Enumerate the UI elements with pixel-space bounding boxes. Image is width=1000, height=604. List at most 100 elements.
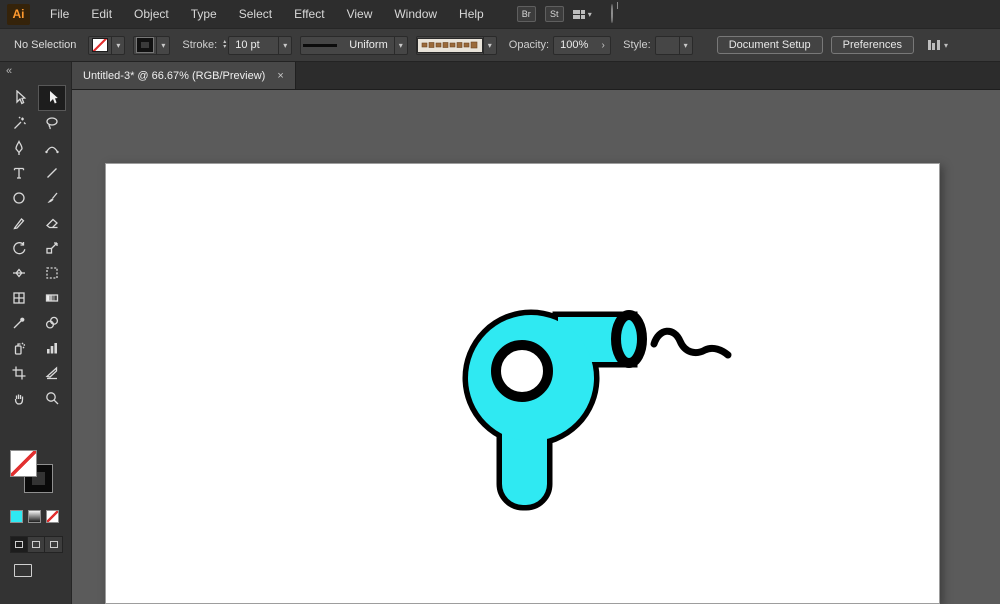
control-bar: No Selection ▾ ▾ Stroke: ▴ ▾ 10 pt ▾ Uni…	[0, 28, 1000, 62]
close-tab-icon[interactable]: ×	[277, 70, 283, 82]
draw-behind-button[interactable]	[28, 537, 45, 552]
pen-icon	[11, 140, 27, 156]
bridge-button[interactable]: Br	[517, 6, 536, 22]
document-tab-title: Untitled-3* @ 66.67% (RGB/Preview)	[83, 70, 265, 82]
brush-definition-select[interactable]: ▾	[416, 36, 497, 55]
color-swatch-cyan[interactable]	[10, 510, 23, 523]
column-graph-icon	[44, 340, 60, 356]
scale-tool[interactable]	[39, 236, 65, 260]
chevron-down-icon[interactable]: ▾	[111, 37, 124, 54]
fill-none-swatch[interactable]	[92, 38, 108, 52]
zoom-tool[interactable]	[39, 386, 65, 410]
artboard-tool[interactable]	[6, 361, 32, 385]
column-graph-tool[interactable]	[39, 336, 65, 360]
pen-tool[interactable]	[6, 136, 32, 160]
paintbrush-icon	[44, 190, 60, 206]
rotate-icon	[11, 240, 27, 256]
symbol-sprayer-tool[interactable]	[6, 336, 32, 360]
line-segment-tool[interactable]	[39, 161, 65, 185]
brush-preview	[417, 38, 483, 53]
direct-selection-icon	[11, 90, 27, 106]
chevron-down-icon[interactable]: ▾	[483, 37, 496, 54]
selection-icon	[44, 90, 60, 106]
free-transform-tool[interactable]	[39, 261, 65, 285]
ellipse-tool[interactable]	[6, 186, 32, 210]
document-tab[interactable]: Untitled-3* @ 66.67% (RGB/Preview) ×	[72, 62, 296, 89]
preferences-button[interactable]: Preferences	[831, 36, 914, 54]
width-tool[interactable]	[6, 261, 32, 285]
align-panel-icon[interactable]	[928, 40, 940, 50]
hand-tool[interactable]	[6, 386, 32, 410]
canvas-area[interactable]	[72, 90, 1000, 604]
blend-tool[interactable]	[39, 311, 65, 335]
stroke-swatch[interactable]	[137, 38, 153, 52]
menu-effect[interactable]: Effect	[283, 0, 335, 28]
chevron-down-icon: ▾	[588, 10, 592, 19]
menu-help[interactable]: Help	[448, 0, 495, 28]
stroke-weight-stepper[interactable]: ▴ ▾	[223, 40, 226, 50]
lasso-tool[interactable]	[39, 111, 65, 135]
stepper-down-icon[interactable]: ▾	[223, 45, 226, 50]
submenu-arrow-icon[interactable]: ›	[596, 40, 610, 51]
stroke-color-control[interactable]: ▾	[133, 36, 170, 55]
variable-width-profile-select[interactable]: Uniform ▾	[300, 36, 408, 55]
artboard-icon	[11, 365, 27, 381]
opacity-field[interactable]: 100% ›	[553, 36, 611, 55]
selection-tool[interactable]	[39, 86, 65, 110]
direct-selection-tool[interactable]	[6, 86, 32, 110]
menu-select[interactable]: Select	[228, 0, 283, 28]
menu-edit[interactable]: Edit	[80, 0, 123, 28]
screen-mode-button[interactable]	[14, 564, 32, 577]
width-profile-value: Uniform	[343, 39, 394, 51]
chevron-down-icon[interactable]: ▾	[944, 41, 948, 50]
menu-type[interactable]: Type	[180, 0, 228, 28]
menubar: Ai File Edit Object Type Select Effect V…	[0, 0, 1000, 28]
pencil-icon	[11, 215, 27, 231]
document-setup-button[interactable]: Document Setup	[717, 36, 823, 54]
type-tool[interactable]	[6, 161, 32, 185]
drawing-mode-buttons	[10, 536, 63, 553]
paintbrush-tool[interactable]	[39, 186, 65, 210]
none-swatch[interactable]	[46, 510, 59, 523]
fill-indicator-none[interactable]	[10, 450, 37, 477]
workspace-icon	[573, 10, 585, 19]
chevron-down-icon[interactable]: ▾	[278, 37, 291, 54]
draw-inside-button[interactable]	[45, 537, 62, 552]
stroke-weight-select[interactable]: 10 pt ▾	[228, 36, 292, 55]
eyedropper-tool[interactable]	[6, 311, 32, 335]
illustrator-logo: Ai	[7, 4, 30, 25]
pencil-tool[interactable]	[6, 211, 32, 235]
chevron-down-icon[interactable]: ▾	[394, 37, 407, 54]
mesh-tool[interactable]	[6, 286, 32, 310]
magic-wand-tool[interactable]	[6, 111, 32, 135]
type-icon	[11, 165, 27, 181]
stock-button[interactable]: St	[545, 6, 564, 22]
gradient-swatch[interactable]	[28, 510, 41, 523]
menu-view[interactable]: View	[336, 0, 384, 28]
curvature-tool[interactable]	[39, 136, 65, 160]
color-mode-swatches	[10, 510, 59, 523]
symbol-sprayer-icon	[11, 340, 27, 356]
graphic-style-select[interactable]: ▾	[655, 36, 693, 55]
charcoal-brush-icon	[421, 40, 479, 50]
gradient-icon	[44, 290, 60, 306]
free-transform-icon	[44, 265, 60, 281]
stroke-label: Stroke:	[182, 39, 217, 51]
gpu-performance-button[interactable]	[611, 5, 613, 23]
rotate-tool[interactable]	[6, 236, 32, 260]
fill-control[interactable]: ▾	[88, 36, 125, 55]
chevron-down-icon[interactable]: ▾	[156, 37, 169, 54]
eraser-icon	[44, 215, 60, 231]
slice-tool[interactable]	[39, 361, 65, 385]
menu-window[interactable]: Window	[383, 0, 448, 28]
fill-stroke-indicator[interactable]	[10, 450, 58, 496]
chevron-down-icon[interactable]: ▾	[679, 37, 692, 54]
workspace-switcher[interactable]: ▾	[573, 10, 592, 19]
draw-normal-button[interactable]	[11, 537, 28, 552]
collapse-panel-icon[interactable]: «	[0, 62, 71, 86]
menu-file[interactable]: File	[39, 0, 80, 28]
gradient-tool[interactable]	[39, 286, 65, 310]
menu-object[interactable]: Object	[123, 0, 180, 28]
hand-icon	[11, 390, 27, 406]
eraser-tool[interactable]	[39, 211, 65, 235]
